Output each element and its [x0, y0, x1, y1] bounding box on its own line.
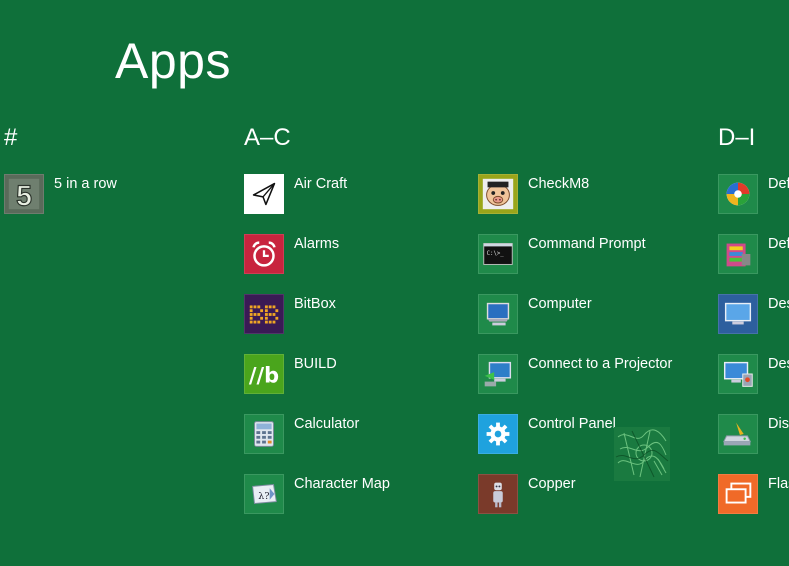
app-tile-computer[interactable]: Computer [478, 294, 592, 334]
app-label: Air Craft [294, 176, 348, 192]
app-label: CheckM8 [528, 176, 590, 192]
app-tile-copper[interactable]: Copper [478, 474, 576, 514]
app-tile-connect-projector[interactable]: Connect to a Projector [478, 354, 672, 394]
desktop-icon [718, 294, 758, 334]
calculator-icon [244, 414, 284, 454]
command-prompt-icon: C:\>_ [478, 234, 518, 274]
gear-icon [478, 414, 518, 454]
svg-text:5: 5 [16, 180, 32, 212]
copper-robot-icon [478, 474, 518, 514]
app-tile-control-panel[interactable]: Control Panel [478, 414, 616, 454]
app-tile-command-prompt[interactable]: C:\>_ Command Prompt [478, 234, 646, 274]
group-header-hash[interactable]: # [4, 126, 17, 150]
app-label: BUILD [294, 356, 337, 372]
app-label: Def [768, 176, 789, 192]
character-map-icon: λ? [244, 474, 284, 514]
app-tile-desktop-gadget[interactable]: Des Gal [718, 354, 789, 394]
app-label: Computer [528, 296, 592, 312]
app-label: Dis [768, 416, 789, 432]
alarm-clock-icon [244, 234, 284, 274]
app-tile-default-options[interactable]: Def Opt [718, 234, 789, 274]
app-label: Alarms [294, 236, 340, 252]
app-tile-character-map[interactable]: λ? Character Map [244, 474, 390, 514]
default-programs-icon [718, 174, 758, 214]
svg-text:C:\>_: C:\>_ [487, 251, 505, 257]
app-label: 5 in a row [54, 176, 117, 192]
textured-thumbnail-overlay [614, 427, 670, 481]
flash-cards-icon [718, 474, 758, 514]
app-tile-desktop[interactable]: Des [718, 294, 789, 334]
app-tile-bitbox[interactable]: BitBox [244, 294, 336, 334]
svg-text://b: //b [249, 364, 279, 388]
disk-cleanup-icon [718, 414, 758, 454]
app-label: Connect to a Projector [528, 356, 673, 372]
app-label: Copper [528, 476, 576, 492]
app-tile-disk[interactable]: Dis [718, 414, 789, 454]
app-tile-5-in-a-row[interactable]: 5 5 in a row [4, 174, 117, 214]
app-label: Character Map [294, 476, 390, 492]
desktop-gadget-icon [718, 354, 758, 394]
default-options-icon [718, 234, 758, 274]
page-title: Apps [115, 33, 231, 89]
five-icon: 5 [4, 174, 44, 214]
pig-face-icon [478, 174, 518, 214]
projector-icon [478, 354, 518, 394]
computer-icon [478, 294, 518, 334]
app-label: Calculator [294, 416, 360, 432]
bitbox-icon [244, 294, 284, 334]
app-tile-alarms[interactable]: Alarms [244, 234, 339, 274]
app-label: BitBox [294, 296, 336, 312]
app-tile-air-craft[interactable]: Air Craft [244, 174, 347, 214]
app-tile-calculator[interactable]: Calculator [244, 414, 359, 454]
paper-plane-icon [244, 174, 284, 214]
app-tile-checkm8[interactable]: CheckM8 [478, 174, 589, 214]
app-label: Des [768, 296, 789, 312]
svg-text:λ?: λ? [258, 491, 269, 502]
app-tile-flash[interactable]: Flas [718, 474, 789, 514]
group-header-a-c[interactable]: A–C [244, 126, 291, 150]
app-label: Flas [768, 476, 789, 492]
app-label: Des Gal [768, 356, 789, 372]
build-b-icon: //b [244, 354, 284, 394]
app-label: Control Panel [528, 416, 616, 432]
app-tile-default-programs[interactable]: Def [718, 174, 789, 214]
group-header-d-i[interactable]: D–I [718, 126, 755, 150]
app-label: Def Opt [768, 236, 789, 252]
app-label: Command Prompt [528, 236, 646, 252]
app-tile-build[interactable]: //b BUILD [244, 354, 337, 394]
